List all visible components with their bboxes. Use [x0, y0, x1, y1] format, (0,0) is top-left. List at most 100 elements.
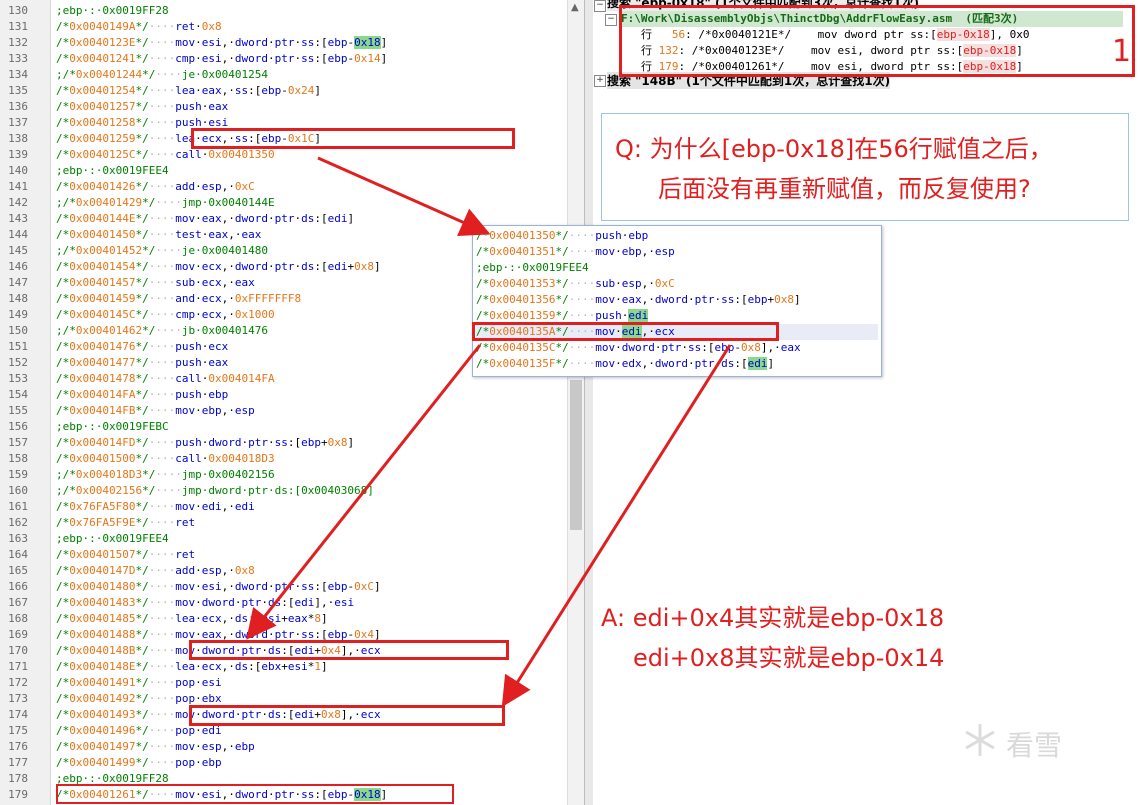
code-line[interactable]: 168 /*0x00401485*/····lea·ecx,·ds:[esi+ea…: [0, 611, 566, 627]
code-line[interactable]: 161/*0x76FA5F80*/····mov·edi,·edi: [0, 499, 566, 515]
code-line[interactable]: 159 ;/*0x004018D3*/····jmp·0x00402156: [0, 467, 566, 483]
code-token: ,·: [221, 740, 235, 753]
code-line[interactable]: 133/*0x00401241*/····cmp·esi,·dword·ptr·…: [0, 51, 566, 67]
ebp-comment: ;ebp·:·0x0019FEBC: [56, 420, 169, 433]
code-line[interactable]: 130 ;ebp·:·0x0019FF28: [0, 3, 566, 19]
comment-open: /*: [56, 356, 70, 369]
line-number: 172: [8, 676, 28, 689]
comment-open: /*: [56, 116, 70, 129]
indent-dots: ····: [568, 357, 596, 370]
code-line[interactable]: 142 ;/*0x00401429*/····jmp·0x0040144E: [0, 195, 566, 211]
line-number: 145: [8, 244, 28, 257]
indent-dots: ····: [568, 277, 596, 290]
code-line[interactable]: 141 /*0x00401426*/····add·esp,·0xC: [0, 179, 566, 195]
ebp-comment: ;ebp·:·0x0019FEE4: [476, 261, 589, 274]
code-line[interactable]: 139 /*0x0040125C*/····call·0x00401350: [0, 147, 566, 163]
code-token: mov: [595, 357, 616, 370]
code-token: ·: [267, 212, 275, 225]
indent-dots: ····: [148, 740, 176, 753]
indent-dots: ····: [148, 724, 176, 737]
code-line[interactable]: 164 /*0x00401507*/····ret: [0, 547, 566, 563]
instruction-address: 0x00401462: [75, 324, 143, 337]
indent-dots: ····: [155, 324, 182, 337]
scroll-up-arrow-icon[interactable]: ▲: [571, 2, 579, 13]
code-line[interactable]: 134 ;/*0x00401244*/····je·0x00401254: [0, 67, 566, 83]
code-line[interactable]: 171 /*0x0040148E*/····lea·ecx,·ds:[ebx+es…: [0, 659, 566, 675]
instruction-address: 0x00401257: [69, 100, 136, 113]
code-token: ecx: [208, 340, 229, 353]
search-highlight: edi: [747, 357, 768, 370]
code-line[interactable]: 132/*0x0040123E*/····mov·esi,·dword·ptr·…: [0, 35, 566, 51]
comment-close: */: [135, 628, 149, 641]
code-line[interactable]: 155 /*0x004014FB*/····mov·ebp,·esp: [0, 403, 566, 419]
instruction-address: 0x00401258: [69, 116, 136, 129]
collapse-file-toggle-icon[interactable]: −: [605, 14, 617, 26]
comment-open: ;/*: [56, 324, 76, 337]
code-line[interactable]: 131 /*0x0040149A*/····ret·0x8: [0, 19, 566, 35]
code-token: :[: [314, 52, 328, 65]
line-number: 131: [8, 20, 28, 33]
code-token: 0x24: [287, 84, 315, 97]
code-line[interactable]: 154 /*0x004014FA*/····push·ebp: [0, 387, 566, 403]
code-line[interactable]: 135 /*0x00401254*/····lea·eax,·ss:[ebp-0x…: [0, 83, 566, 99]
comment-close: */: [135, 340, 149, 353]
code-token: ·: [687, 357, 695, 370]
indent-dots: ····: [148, 452, 176, 465]
comment-open: /*: [56, 100, 70, 113]
code-editor[interactable]: 130 ;ebp·:·0x0019FF28 131/*0x0040149A*/···…: [0, 0, 584, 805]
code-line[interactable]: 172 /*0x00401491*/····pop·esi: [0, 675, 566, 691]
comment-open: /*: [56, 20, 70, 33]
code-line[interactable]: 166/*0x00401480*/····mov·esi,·dword·ptr·…: [0, 579, 566, 595]
code-token: ]: [320, 612, 328, 625]
code-token: eax: [234, 276, 255, 289]
code-line[interactable]: 177 /*0x00401499*/····pop·ebp: [0, 755, 566, 771]
line-number: 154: [8, 388, 28, 401]
collapse-toggle-icon[interactable]: −: [594, 0, 606, 12]
expand-toggle-icon[interactable]: +: [594, 75, 606, 87]
code-token: pop: [175, 692, 196, 705]
code-text: /*0x004014FB*/····mov·ebp,·esp: [56, 403, 255, 419]
code-token: ebp: [201, 756, 222, 769]
code-token: :[: [314, 580, 328, 593]
code-line[interactable]: 140 ;ebp·:·0x0019FEE4: [0, 163, 566, 179]
code-token: dword: [201, 596, 235, 609]
code-line[interactable]: 176 /*0x00401497*/····mov·esp,·ebp: [0, 739, 566, 755]
code-token: :[: [314, 36, 328, 49]
indent-dots: ····: [148, 516, 176, 529]
code-token: ·: [267, 260, 275, 273]
code-line[interactable]: 165 /*0x0040147D*/····add·esp,·0x8: [0, 563, 566, 579]
code-token: je·0x00401480: [181, 244, 268, 257]
scrollbar-thumb[interactable]: [570, 380, 582, 530]
code-token: ]: [380, 52, 388, 65]
code-token: ebp: [201, 404, 222, 417]
code-token: ·: [195, 564, 202, 577]
indent-dots: ····: [148, 84, 176, 97]
code-line[interactable]: 156 ;ebp·:·0x0019FEBC: [0, 419, 566, 435]
code-token: push: [595, 309, 622, 322]
code-token: esp: [201, 564, 222, 577]
code-line[interactable]: 158 /*0x00401500*/····call·0x004018D3: [0, 451, 566, 467]
comment-open: /*: [56, 436, 70, 449]
code-token: lea: [175, 84, 196, 97]
code-line[interactable]: 157/*0x004014FD*/····push·dword·ptr·ss:[…: [0, 435, 566, 451]
instruction-address: 0x0040135F: [489, 357, 556, 370]
code-line[interactable]: 162 /*0x76FA5F9E*/····ret: [0, 515, 566, 531]
line-number: 153: [8, 372, 28, 385]
code-token: ret: [175, 516, 196, 529]
line-number: 138: [8, 132, 28, 145]
comment-close: */: [135, 692, 149, 705]
comment-open: /*: [56, 708, 70, 721]
code-token: ·: [195, 180, 202, 193]
line-number: 137: [8, 116, 28, 129]
code-line[interactable]: 136 /*0x00401257*/····push·eax: [0, 99, 566, 115]
code-text: ;/*0x00401462*/····jb·0x00401476: [56, 323, 268, 339]
editor-vertical-scrollbar[interactable]: ▲: [567, 0, 584, 805]
code-line[interactable]: 167/*0x00401483*/····mov·dword·ptr·ds:[e…: [0, 595, 566, 611]
code-line[interactable]: 160 ;/*0x00402156*/····jmp·dword·ptr·ds:[…: [0, 483, 566, 499]
code-token: ds: [234, 612, 249, 625]
comment-close: */: [135, 84, 149, 97]
code-line[interactable]: 163 ;ebp·:·0x0019FEE4: [0, 531, 566, 547]
comment-close: */: [135, 564, 149, 577]
code-token: push: [175, 388, 202, 401]
indent-dots: ····: [148, 692, 176, 705]
